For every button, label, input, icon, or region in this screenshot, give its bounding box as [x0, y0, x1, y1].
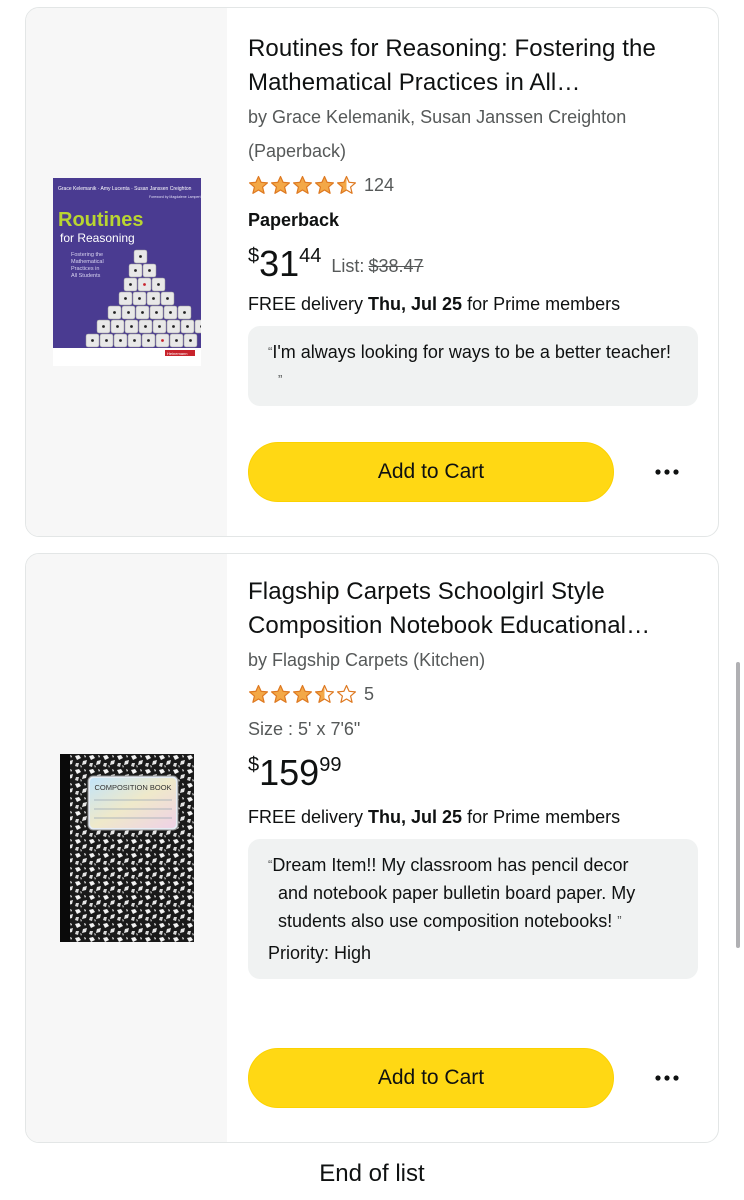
- more-horizontal-icon: [655, 1075, 679, 1081]
- price-whole: 159: [259, 752, 320, 793]
- product-card-1: Grace Kelemanik · Amy Lucenta · Susan Ja…: [25, 7, 719, 537]
- price-symbol: $: [248, 245, 260, 267]
- product-image-container[interactable]: Grace Kelemanik · Amy Lucenta · Susan Ja…: [26, 8, 227, 536]
- price-symbol: $: [248, 754, 260, 776]
- cart-actions: Add to Cart: [248, 1048, 698, 1108]
- star-icon: [337, 175, 356, 194]
- product-info: Routines for Reasoning: Fostering the Ma…: [248, 8, 698, 406]
- svg-text:Heinemann: Heinemann: [167, 351, 187, 356]
- delivery-info: FREE delivery Thu, Jul 25 for Prime memb…: [248, 294, 621, 314]
- star-icon: [337, 684, 356, 703]
- product-image-container[interactable]: COMPOSITION BOOK: [26, 554, 227, 1142]
- price-fraction: 99: [319, 754, 342, 776]
- svg-text:for Reasoning: for Reasoning: [60, 231, 135, 245]
- more-options-button[interactable]: [652, 457, 682, 487]
- rating-row[interactable]: 124: [248, 168, 698, 202]
- svg-text:Foreword by Magdalene Lampert: Foreword by Magdalene Lampert: [149, 195, 201, 199]
- star-rating: [248, 175, 358, 196]
- cart-actions: Add to Cart: [248, 442, 698, 502]
- star-icon: [271, 684, 290, 703]
- more-horizontal-icon: [655, 469, 679, 475]
- close-quote-icon: ”: [617, 913, 622, 928]
- more-options-button[interactable]: [652, 1063, 682, 1093]
- svg-text:Routines: Routines: [58, 209, 144, 231]
- rating-count: 5: [364, 683, 375, 704]
- priority-label: Priority: High: [268, 943, 372, 963]
- rating-count: 124: [364, 174, 395, 195]
- star-icon: [249, 684, 268, 703]
- note-text: Dream Item!! My classroom has pencil dec…: [272, 855, 636, 931]
- product-title[interactable]: Routines for Reasoning: Fostering the Ma…: [248, 32, 698, 100]
- svg-text:Fostering the: Fostering the: [71, 252, 103, 258]
- star-icon: [293, 684, 312, 703]
- svg-text:Mathematical: Mathematical: [71, 259, 104, 265]
- end-of-list-label: End of list: [319, 1160, 425, 1187]
- star-icon: [271, 175, 290, 194]
- close-quote-icon: ”: [278, 372, 283, 387]
- product-card-2: COMPOSITION BOOK Flagship Carpets School…: [25, 553, 719, 1143]
- product-byline: by Grace Kelemanik, Susan Janssen Creigh…: [248, 107, 627, 161]
- svg-text:Grace Kelemanik · Amy Lucenta: Grace Kelemanik · Amy Lucenta · Susan Ja…: [58, 186, 192, 192]
- svg-text:All Students: All Students: [71, 273, 101, 279]
- product-info: Flagship Carpets Schoolgirl Style Compos…: [248, 554, 698, 979]
- add-to-cart-button[interactable]: Add to Cart: [248, 442, 614, 502]
- star-icon: [249, 175, 268, 194]
- price-fraction: 44: [299, 245, 322, 267]
- list-price-label: List:: [331, 256, 365, 276]
- price: $ 159 99: [248, 747, 698, 797]
- price: $ 31 44 List: $38.47: [248, 238, 698, 288]
- wishlist-note: “I'm always looking for ways to be a bet…: [248, 326, 698, 406]
- svg-text:Practices in: Practices in: [71, 266, 99, 272]
- wishlist-note: “Dream Item!! My classroom has pencil de…: [248, 839, 698, 979]
- product-format: Paperback: [248, 210, 340, 230]
- star-icon: [315, 175, 334, 194]
- book-cover-image[interactable]: Grace Kelemanik · Amy Lucenta · Susan Ja…: [52, 178, 201, 366]
- product-size: Size : 5' x 7'6": [248, 719, 361, 739]
- composition-notebook-image[interactable]: COMPOSITION BOOK: [59, 754, 194, 942]
- product-byline: by Flagship Carpets (Kitchen): [248, 650, 486, 670]
- note-text: I'm always looking for ways to be a bett…: [272, 342, 671, 362]
- product-title[interactable]: Flagship Carpets Schoolgirl Style Compos…: [248, 575, 698, 643]
- svg-text:COMPOSITION BOOK: COMPOSITION BOOK: [94, 783, 171, 792]
- rating-row[interactable]: 5: [248, 677, 698, 711]
- star-rating: [248, 684, 358, 705]
- scrollbar[interactable]: [736, 662, 740, 948]
- price-whole: 31: [259, 243, 300, 284]
- star-icon: [293, 175, 312, 194]
- list-price: $38.47: [368, 256, 424, 276]
- delivery-info: FREE delivery Thu, Jul 25 for Prime memb…: [248, 807, 621, 827]
- add-to-cart-button[interactable]: Add to Cart: [248, 1048, 614, 1108]
- star-icon: [315, 684, 334, 703]
